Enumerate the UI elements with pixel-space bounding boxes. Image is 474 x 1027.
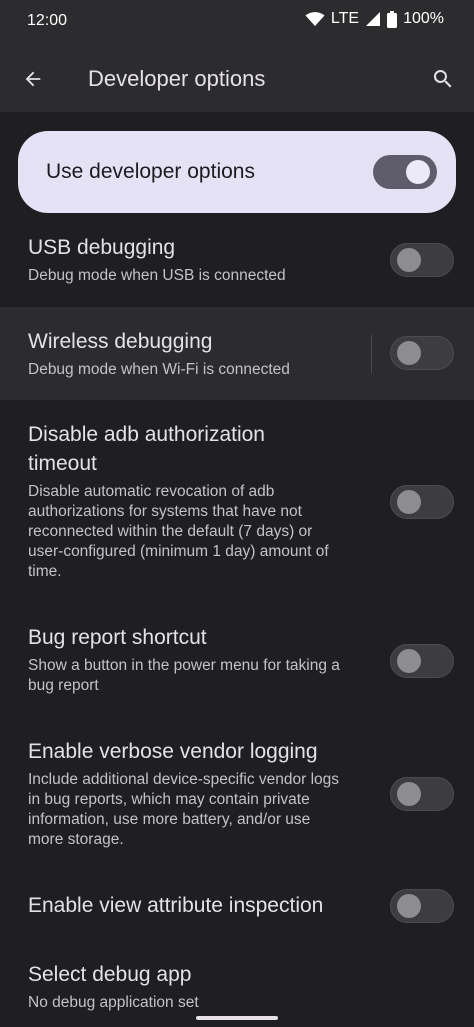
disable-adb-timeout-row[interactable]: Disable adb authorization timeout Disabl…	[0, 400, 474, 600]
disable-adb-timeout-title-line-2: timeout	[28, 452, 97, 475]
vertical-divider	[371, 335, 372, 373]
page-title: Developer options	[88, 66, 266, 91]
search-icon	[431, 67, 455, 96]
network-type: LTE	[330, 10, 360, 27]
disable-adb-timeout-switch[interactable]	[390, 485, 454, 519]
use-developer-options-label: Use developer options	[46, 160, 255, 183]
usb-debugging-switch[interactable]	[390, 243, 454, 277]
wireless-debugging-title: Wireless debugging	[28, 330, 213, 353]
wireless-debugging-switch[interactable]	[390, 336, 454, 370]
bug-report-shortcut-switch[interactable]	[390, 644, 454, 678]
verbose-vendor-logging-subtitle-line-4: more storage.	[28, 831, 124, 848]
bug-report-shortcut-subtitle-line-2: bug report	[28, 677, 99, 694]
verbose-vendor-logging-row[interactable]: Enable verbose vendor logging Include ad…	[0, 718, 474, 876]
arrow-back-icon	[22, 68, 44, 95]
disable-adb-timeout-subtitle-line-3: reconnected within the default (7 days) …	[28, 523, 313, 540]
switch-knob	[397, 490, 421, 514]
use-developer-options-card[interactable]: Use developer options	[18, 131, 456, 213]
verbose-vendor-logging-title: Enable verbose vendor logging	[28, 740, 318, 763]
disable-adb-timeout-subtitle-line-5: time.	[28, 563, 62, 580]
switch-knob	[397, 341, 421, 365]
disable-adb-timeout-subtitle-line-1: Disable automatic revocation of adb	[28, 483, 275, 500]
wireless-debugging-subtitle: Debug mode when Wi-Fi is connected	[28, 361, 290, 378]
switch-knob	[397, 782, 421, 806]
back-button[interactable]	[14, 62, 52, 100]
switch-knob	[406, 160, 430, 184]
status-time: 12:00	[27, 12, 68, 29]
view-attribute-inspection-title: Enable view attribute inspection	[28, 894, 324, 917]
verbose-vendor-logging-switch[interactable]	[390, 777, 454, 811]
disable-adb-timeout-subtitle-line-2: authorizations for systems that have not	[28, 503, 302, 520]
verbose-vendor-logging-subtitle-line-2: in bug reports, which may contain privat…	[28, 791, 310, 808]
select-debug-app-row[interactable]: Select debug app No debug application se…	[0, 946, 474, 1018]
switch-knob	[397, 248, 421, 272]
wifi-icon	[305, 11, 325, 27]
screen: 12:00 LTE 100% Developer options Use dev…	[0, 0, 474, 1027]
top-bar: 12:00 LTE 100% Developer options	[0, 0, 474, 112]
usb-debugging-row[interactable]: USB debugging Debug mode when USB is con…	[0, 214, 474, 306]
bug-report-shortcut-title: Bug report shortcut	[28, 626, 207, 649]
view-attribute-inspection-row[interactable]: Enable view attribute inspection	[0, 876, 474, 938]
verbose-vendor-logging-subtitle-line-1: Include additional device-specific vendo…	[28, 771, 340, 788]
switch-knob	[397, 894, 421, 918]
select-debug-app-title: Select debug app	[28, 963, 192, 986]
signal-icon	[365, 11, 381, 27]
bug-report-shortcut-subtitle-line-1: Show a button in the power menu for taki…	[28, 657, 340, 674]
usb-debugging-title: USB debugging	[28, 236, 176, 259]
gesture-nav-handle[interactable]	[196, 1016, 278, 1020]
battery-icon	[387, 10, 398, 28]
usb-debugging-subtitle: Debug mode when USB is connected	[28, 267, 286, 284]
switch-knob	[397, 649, 421, 673]
wireless-debugging-row[interactable]: Wireless debugging Debug mode when Wi-Fi…	[0, 307, 474, 400]
view-attribute-inspection-switch[interactable]	[390, 889, 454, 923]
status-icons: LTE 100%	[305, 10, 444, 28]
disable-adb-timeout-title-line-1: Disable adb authorization	[28, 423, 265, 446]
bug-report-shortcut-row[interactable]: Bug report shortcut Show a button in the…	[0, 604, 474, 716]
battery-level: 100%	[403, 10, 444, 27]
search-button[interactable]	[424, 62, 462, 100]
select-debug-app-subtitle: No debug application set	[28, 994, 199, 1011]
disable-adb-timeout-subtitle-line-4: user-configured (minimum 1 day) amount o…	[28, 543, 329, 560]
use-developer-options-switch[interactable]	[373, 155, 437, 189]
verbose-vendor-logging-subtitle-line-3: information, use more battery, and/or us…	[28, 811, 311, 828]
